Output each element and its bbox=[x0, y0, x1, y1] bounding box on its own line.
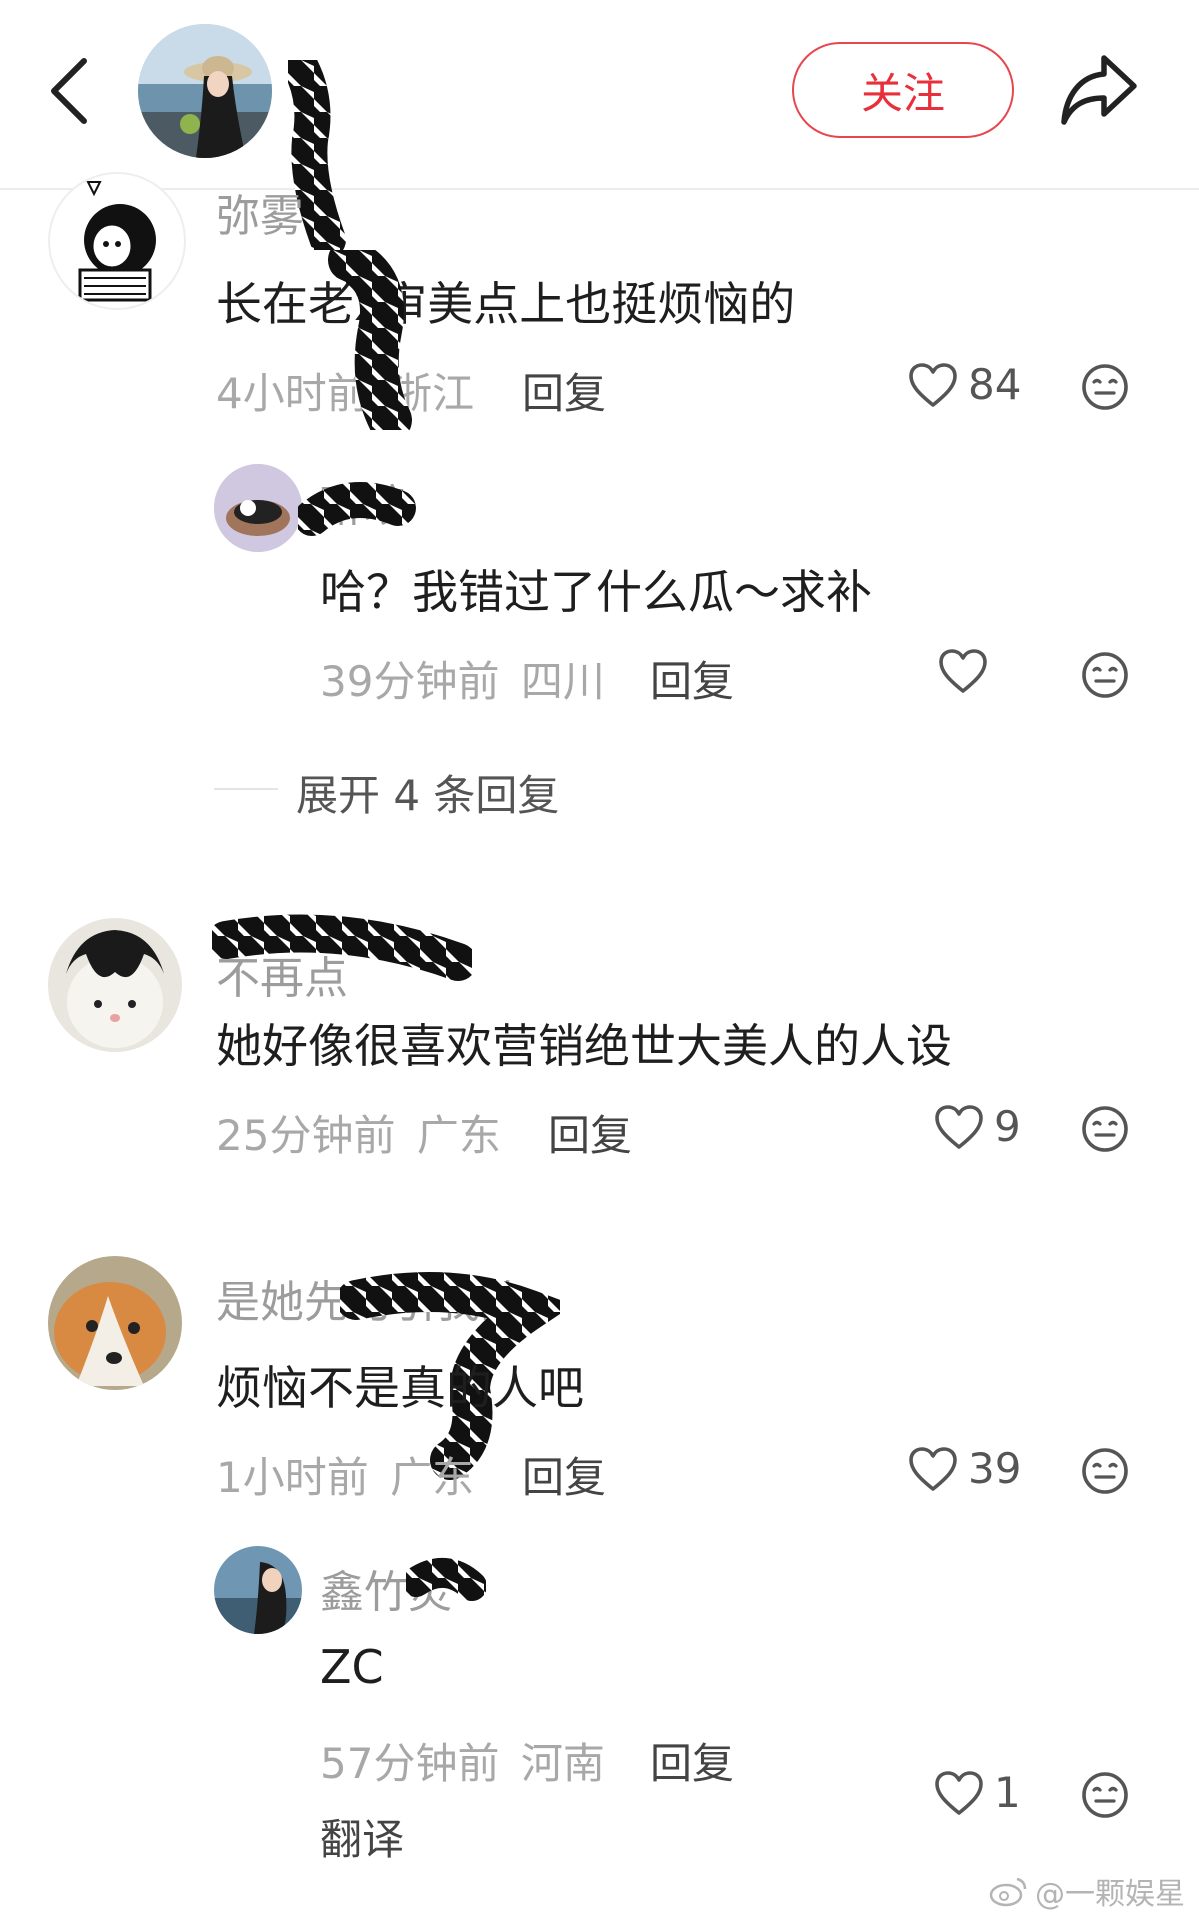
comment-meta: 1小时前 广东 bbox=[216, 1444, 474, 1505]
redaction-scribble bbox=[320, 238, 430, 442]
redaction-scribble bbox=[401, 1552, 487, 1616]
comment-time: 25分钟前 bbox=[216, 1111, 396, 1160]
reply-button[interactable]: 回复 bbox=[650, 1730, 734, 1791]
follow-button[interactable]: 关注 bbox=[792, 42, 1014, 138]
redaction-scribble bbox=[207, 910, 477, 994]
expand-divider bbox=[214, 788, 278, 790]
reply-button[interactable]: 回复 bbox=[650, 648, 734, 709]
emoji-icon[interactable] bbox=[1080, 650, 1130, 700]
comment-location: 广东 bbox=[416, 1111, 501, 1160]
reply-text: ZC bbox=[320, 1640, 384, 1694]
comment-username[interactable]: 弥雾 bbox=[216, 180, 304, 244]
emoji-icon[interactable] bbox=[1080, 1770, 1130, 1820]
reply-text: 哈？我错过了什么瓜～求补 bbox=[320, 565, 872, 619]
reply-avatar[interactable] bbox=[214, 464, 302, 552]
heart-icon bbox=[908, 1446, 958, 1492]
comment-meta: 25分钟前 广东 bbox=[216, 1102, 501, 1163]
reply-meta: 57分钟前 河南 bbox=[320, 1730, 605, 1791]
avatar[interactable] bbox=[48, 1256, 182, 1390]
watermark: @一颗娱星 bbox=[989, 1869, 1185, 1913]
comment-text: 她好像很喜欢营销绝世大美人的人设 bbox=[216, 1019, 952, 1073]
comment-text: 长在老x审美点上也挺烦恼的 bbox=[216, 277, 796, 331]
reply-location: 四川 bbox=[520, 657, 605, 706]
comment-location: 广东 bbox=[390, 1453, 475, 1502]
like-button[interactable]: 9 bbox=[934, 1102, 1021, 1151]
back-arrow-icon[interactable] bbox=[44, 55, 94, 127]
like-button[interactable] bbox=[938, 648, 998, 694]
top-bar: c 关注 bbox=[0, 0, 1199, 258]
like-count: 9 bbox=[994, 1102, 1021, 1151]
weibo-icon bbox=[989, 1877, 1027, 1907]
author-avatar[interactable] bbox=[138, 24, 272, 158]
like-button[interactable]: 84 bbox=[908, 360, 1021, 409]
comment-time: 1小时前 bbox=[216, 1453, 369, 1502]
heart-icon bbox=[908, 362, 958, 408]
watermark-text: @一颗娱星 bbox=[1035, 1877, 1185, 1912]
translate-button[interactable]: 翻译 bbox=[320, 1806, 404, 1867]
heart-icon bbox=[934, 1104, 984, 1150]
reply-time: 57分钟前 bbox=[320, 1739, 500, 1788]
emoji-icon[interactable] bbox=[1080, 362, 1130, 412]
reply-time: 39分钟前 bbox=[320, 657, 500, 706]
reply-button[interactable]: 回复 bbox=[548, 1102, 632, 1163]
reply-button[interactable]: 回复 bbox=[522, 1444, 606, 1505]
reply-meta: 39分钟前 四川 bbox=[320, 648, 605, 709]
heart-icon bbox=[938, 648, 988, 694]
redaction-scribble bbox=[294, 478, 418, 552]
avatar[interactable] bbox=[48, 172, 186, 310]
like-count: 39 bbox=[968, 1444, 1022, 1493]
like-button[interactable]: 39 bbox=[908, 1444, 1021, 1493]
reply-avatar[interactable] bbox=[214, 1546, 302, 1634]
share-icon[interactable] bbox=[1058, 52, 1140, 128]
emoji-icon[interactable] bbox=[1080, 1446, 1130, 1496]
reply-location: 河南 bbox=[520, 1739, 605, 1788]
like-count: 1 bbox=[994, 1768, 1021, 1817]
like-button[interactable]: 1 bbox=[934, 1768, 1021, 1817]
reply-button[interactable]: 回复 bbox=[522, 360, 606, 421]
emoji-icon[interactable] bbox=[1080, 1104, 1130, 1154]
comment-text: 烦恼不是真的人吧 bbox=[216, 1361, 584, 1415]
like-count: 84 bbox=[968, 360, 1022, 409]
expand-replies-button[interactable]: 展开 4 条回复 bbox=[296, 762, 559, 823]
heart-icon bbox=[934, 1770, 984, 1816]
avatar[interactable] bbox=[48, 918, 182, 1052]
